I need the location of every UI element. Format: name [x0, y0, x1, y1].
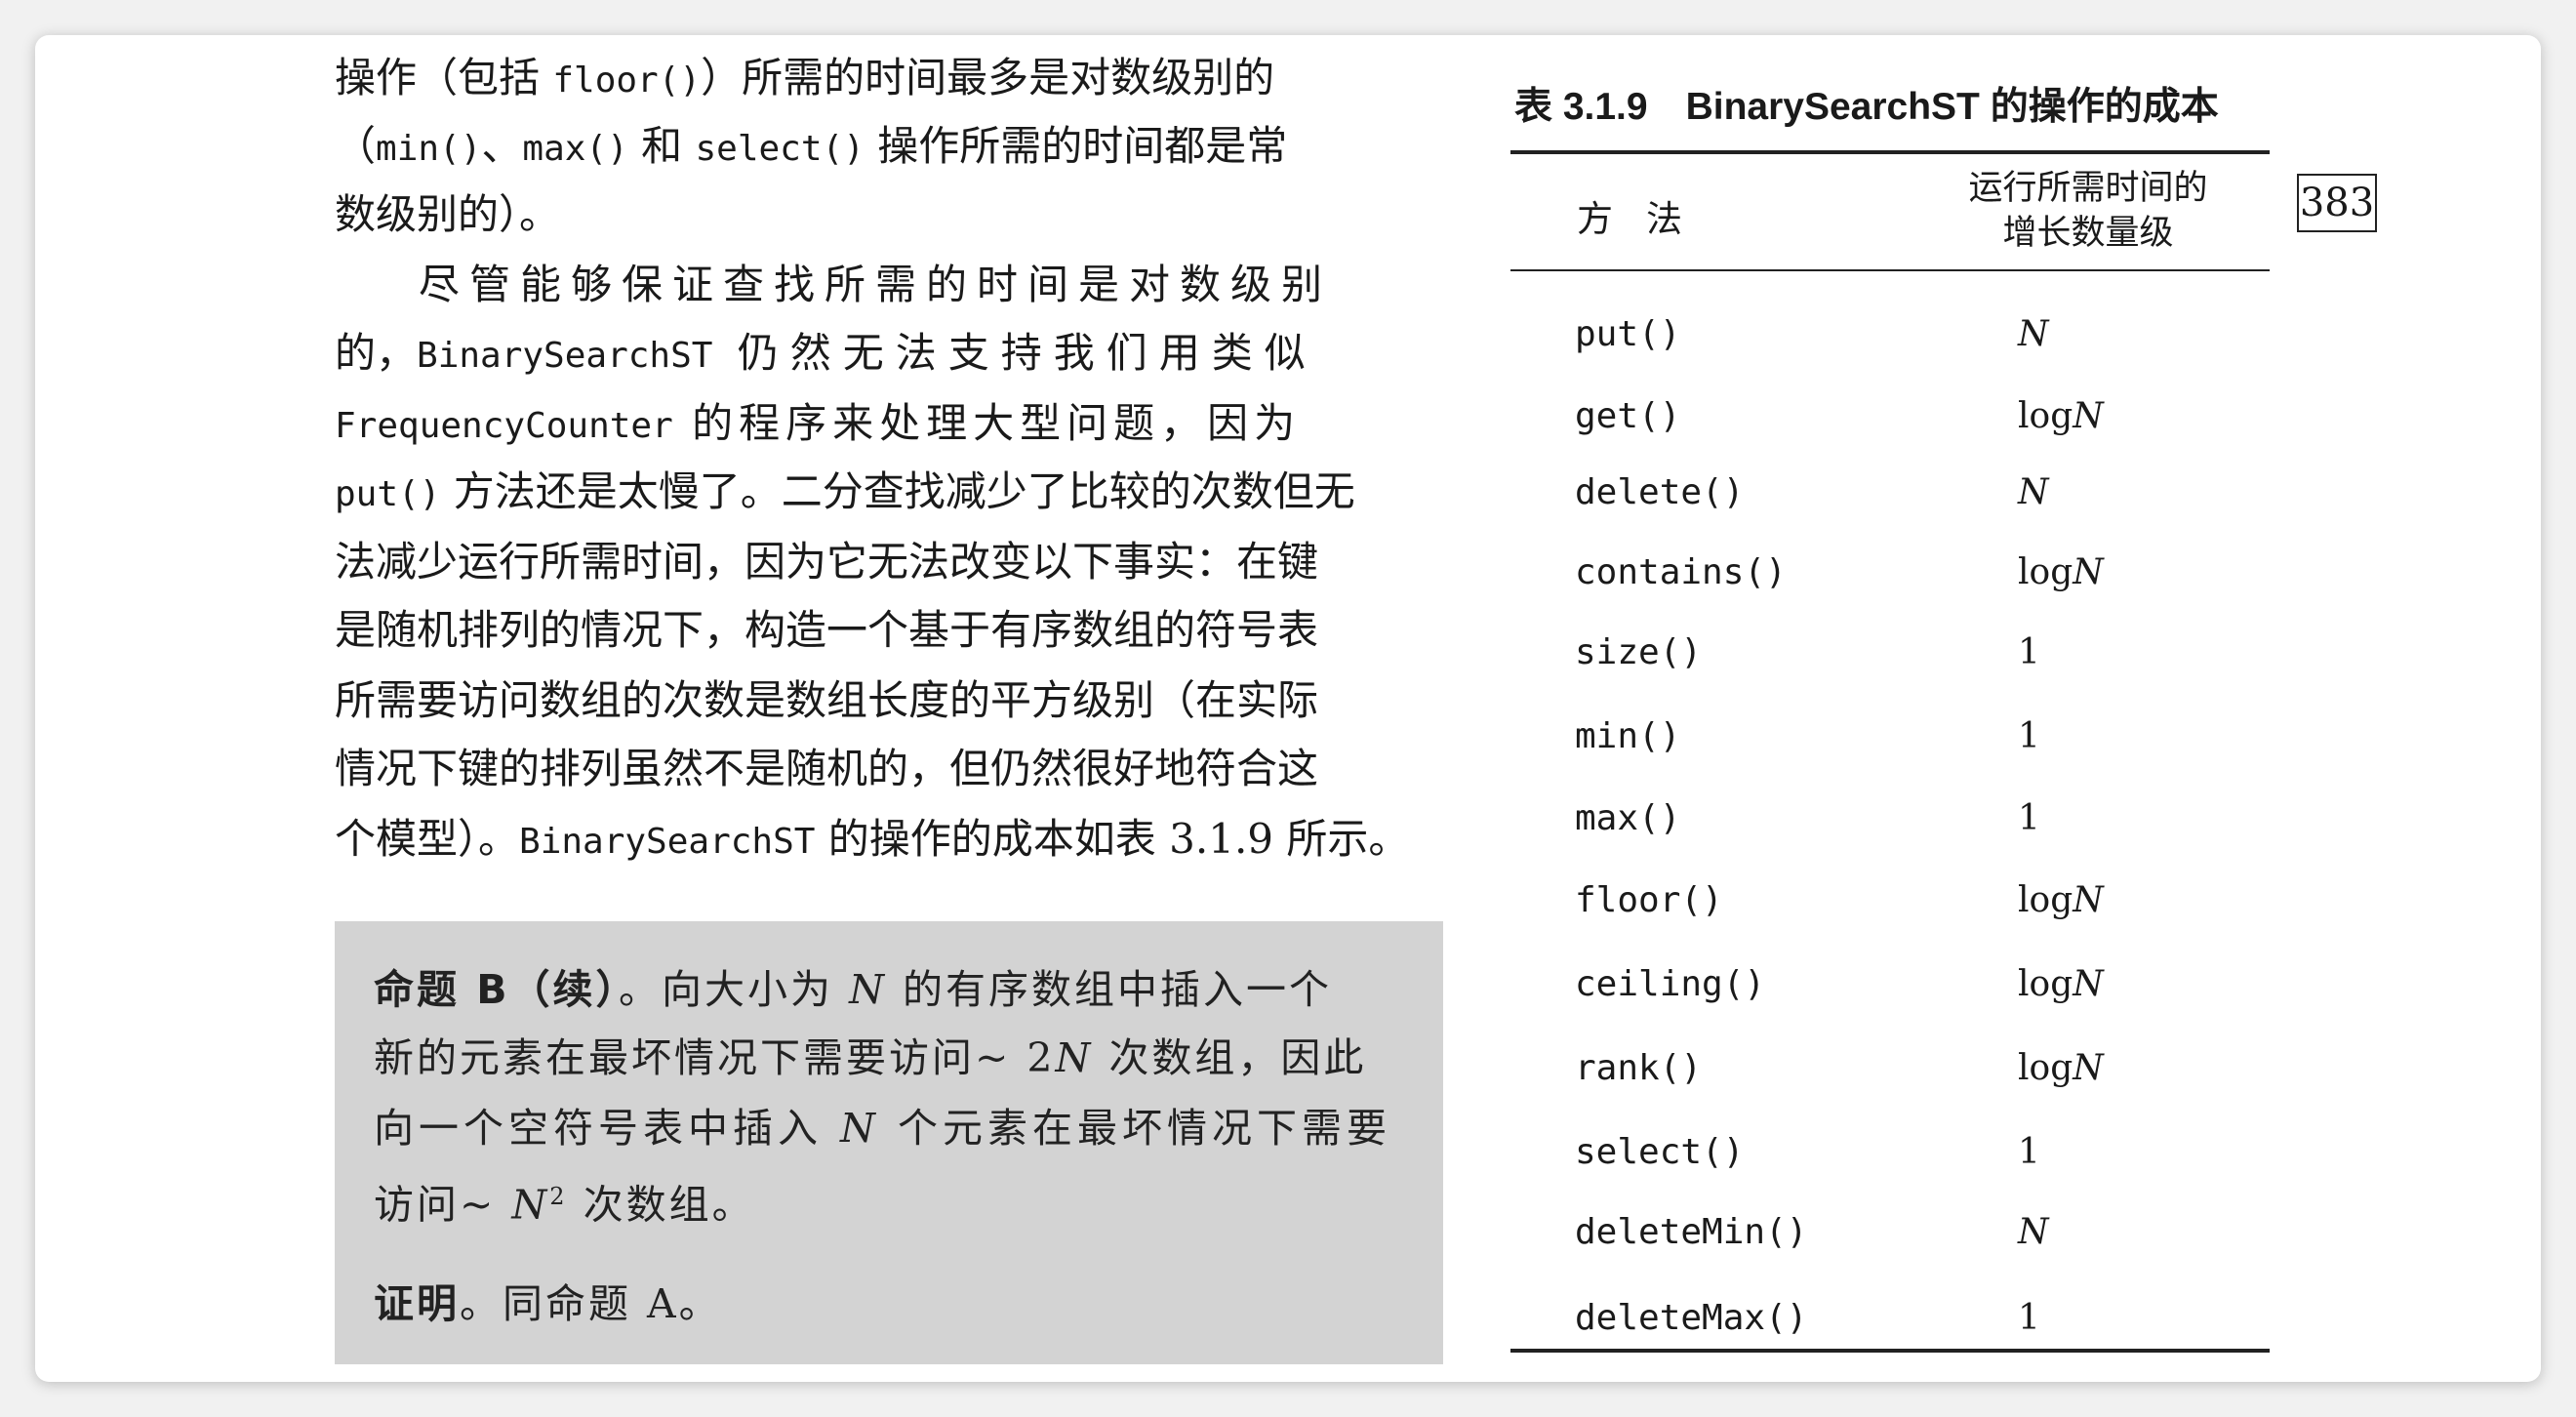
book-page: 操作（包括 floor()）所需的时间最多是对数级别的 （min()、max()…: [35, 35, 2541, 1382]
method-name: rank(): [1575, 1048, 1703, 1088]
body-line: 的，BinarySearchST 仍然无法支持我们用类似: [335, 329, 1317, 377]
growth-order: logN: [2018, 880, 2104, 920]
table-row: rank() logN: [1473, 1044, 2254, 1093]
table-row: max() 1: [1473, 794, 2254, 843]
table-row: ceiling() logN: [1473, 960, 2254, 1009]
method-name: deleteMax(): [1575, 1298, 1808, 1338]
growth-order: N: [2018, 314, 2049, 354]
growth-order: logN: [2018, 396, 2104, 436]
table-top-rule: [1510, 150, 2270, 154]
growth-order: 1: [2018, 716, 2040, 756]
growth-order: N: [2018, 472, 2049, 512]
body-line: 所需要访问数组的次数是数组长度的平方级别（在实际: [335, 676, 1319, 724]
body-line: put() 方法还是太慢了。二分查找减少了比较的次数但无: [335, 467, 1355, 515]
table-row: size() 1: [1473, 628, 2254, 677]
body-line: FrequencyCounter 的程序来处理大型问题，因为: [335, 399, 1302, 447]
table-bottom-rule: [1510, 1349, 2270, 1353]
proof-line: 证明。同命题 A。: [374, 1280, 722, 1327]
method-name: max(): [1575, 798, 1681, 838]
table-title: 表 3.1.9 BinarySearchST 的操作的成本: [1514, 86, 2219, 128]
table-row: floor() logN: [1473, 876, 2254, 925]
method-name: min(): [1575, 716, 1681, 756]
table-row: contains() logN: [1473, 548, 2254, 597]
body-line: 法减少运行所需时间，因为它无法改变以下事实：在键: [335, 538, 1319, 586]
method-name: put(): [1575, 314, 1681, 354]
table-row: deleteMax() 1: [1473, 1294, 2254, 1343]
growth-order: logN: [2018, 1048, 2104, 1088]
growth-order: 1: [2018, 798, 2040, 838]
method-name: contains(): [1575, 552, 1787, 592]
method-name: floor(): [1575, 880, 1723, 920]
growth-order: logN: [2018, 964, 2104, 1004]
proposition-line: 新的元素在最坏情况下需要访问~ 2N 次数组，因此: [374, 1034, 1367, 1081]
method-name: size(): [1575, 632, 1703, 672]
body-line: 个模型）。BinarySearchST 的操作的成本如表 3.1.9 所示。: [335, 815, 1410, 863]
growth-order: N: [2018, 1212, 2049, 1252]
proposition-line: 命题 B（续）。向大小为 N 的有序数组中插入一个: [374, 966, 1332, 1013]
body-line: 操作（包括 floor()）所需的时间最多是对数级别的: [335, 54, 1275, 101]
growth-order: 1: [2018, 1132, 2040, 1172]
growth-order: logN: [2018, 552, 2104, 592]
table-row: deleteMin() N: [1473, 1208, 2254, 1257]
table-row: put() N: [1473, 310, 2254, 359]
proposition-line: 访问~ N2 次数组。: [374, 1181, 755, 1229]
method-name: get(): [1575, 396, 1681, 436]
method-name: select(): [1575, 1132, 1745, 1172]
header-growth: 运行所需时间的 增长数量级: [1968, 169, 2208, 253]
table-row: get() logN: [1473, 392, 2254, 441]
body-line: 数级别的）。: [335, 190, 561, 238]
body-line: 是随机排列的情况下，构造一个基于有序数组的符号表: [335, 606, 1319, 654]
growth-order: 1: [2018, 632, 2040, 672]
table-row: select() 1: [1473, 1128, 2254, 1177]
method-name: deleteMin(): [1575, 1212, 1808, 1252]
page-number: 383: [2297, 174, 2377, 232]
proposition-box: 命题 B（续）。向大小为 N 的有序数组中插入一个 新的元素在最坏情况下需要访问…: [335, 921, 1443, 1364]
table-row: delete() N: [1473, 468, 2254, 517]
table-row: min() 1: [1473, 712, 2254, 761]
header-method: 方法: [1577, 198, 1715, 240]
body-line: 情况下键的排列虽然不是随机的，但仍然很好地符合这: [335, 745, 1319, 792]
body-line: （min()、max() 和 select() 操作所需的时间都是常: [335, 122, 1288, 170]
method-name: ceiling(): [1575, 964, 1766, 1004]
method-name: delete(): [1575, 472, 1745, 512]
growth-order: 1: [2018, 1298, 2040, 1338]
proposition-line: 向一个空符号表中插入 N 个元素在最坏情况下需要: [374, 1105, 1391, 1152]
body-line: 尽管能够保证查找所需的时间是对数级别: [419, 261, 1333, 308]
table-header-rule: [1510, 269, 2270, 271]
